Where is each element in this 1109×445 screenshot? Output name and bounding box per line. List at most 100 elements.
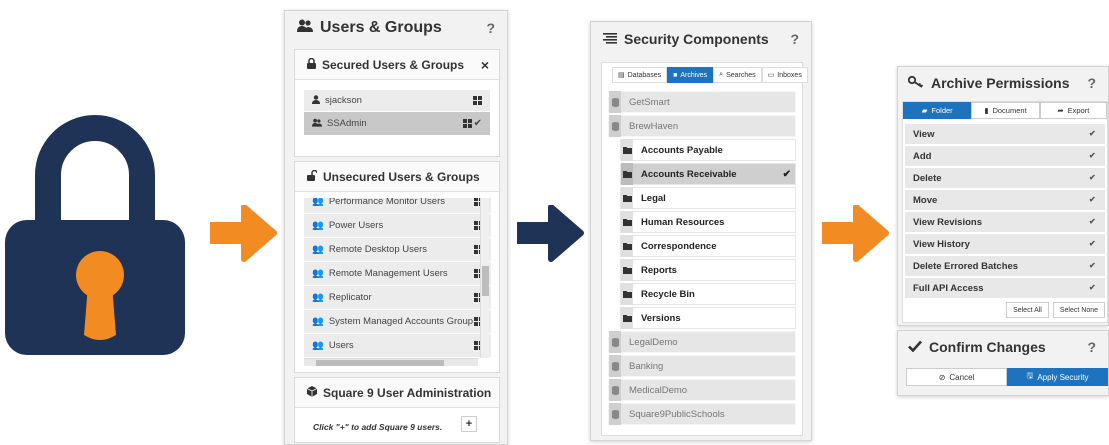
permission-tabs: ▰ Folder ▮ Document ➦ Export (903, 102, 1107, 119)
permission-row[interactable]: Move ✔ (905, 190, 1105, 210)
confirm-buttons: ⊘ Cancel 🖫 Apply Security (906, 368, 1108, 386)
tree-item-database[interactable]: MedicalDemo (608, 379, 796, 401)
tab-label: Document (992, 106, 1027, 115)
group-icon (297, 19, 313, 37)
horizontal-scrollbar[interactable] (304, 358, 478, 366)
permission-row[interactable]: View History ✔ (905, 234, 1105, 254)
list-item[interactable]: SSAdmin ✔ (304, 112, 490, 136)
list-item[interactable]: 👥 Users (304, 334, 491, 358)
tree-item-database[interactable]: Square9PublicSchools (608, 403, 796, 425)
help-button[interactable]: ? (790, 31, 799, 47)
tab-label: Folder (931, 106, 953, 115)
inbox-icon: ▭ (767, 72, 775, 79)
list-item-label: SSAdmin (327, 118, 367, 129)
tree-item-archive[interactable]: Correspondence (620, 235, 796, 257)
tree-item-database[interactable]: GetSmart (608, 91, 796, 113)
list-item[interactable]: 👥 Power Users (304, 214, 491, 238)
help-button[interactable]: ? (1087, 339, 1096, 355)
add-user-button[interactable]: + (461, 416, 477, 432)
admin-title: Square 9 User Administration (323, 385, 492, 400)
admin-hint: Click "+" to add Square 9 users. (313, 422, 443, 432)
panel-title: Confirm Changes (929, 339, 1046, 355)
checkbox[interactable]: ✔ (1089, 240, 1097, 248)
checkbox[interactable]: ✔ (1089, 174, 1097, 182)
list-item-label: Performance Monitor Users (328, 198, 445, 207)
arrow-right-icon (517, 204, 587, 265)
permission-row[interactable]: View Revisions ✔ (905, 212, 1105, 232)
tab-label: Inboxes (777, 71, 802, 79)
tree-item-database[interactable]: BrewHaven (608, 115, 796, 137)
tree-item-label: Banking (629, 360, 664, 372)
permission-label: View History (913, 238, 970, 250)
admin-header: Square 9 User Administration (295, 378, 499, 408)
tree-item-archive[interactable]: Accounts Receivable ✔ (620, 163, 796, 185)
group-icon: 👥 (312, 198, 324, 207)
components-body: ▤ Databases ■ Archives ⌕ Searches ▭ Inboxes … (601, 62, 808, 436)
tree-item-archive[interactable]: Human Resources (620, 211, 796, 233)
security-components-panel: Security Components ? ▤ Databases ■ Archiv… (590, 21, 812, 441)
list-item[interactable]: 👥 Replicator (304, 286, 491, 310)
list-item[interactable]: 👥 Remote Desktop Users (304, 238, 491, 262)
select-none-button[interactable]: Select None (1052, 302, 1105, 318)
tab-archives[interactable]: ■ Archives (667, 67, 714, 83)
checkbox[interactable]: ✔ (1089, 218, 1097, 226)
tab-label: Archives (680, 71, 708, 79)
tree-item-database[interactable]: Banking (608, 355, 796, 377)
tree-item-archive[interactable]: Accounts Payable (620, 139, 796, 161)
tree-item-label: Reports (641, 264, 677, 276)
permission-row[interactable]: Full API Access ✔ (905, 278, 1105, 298)
permission-row[interactable]: Add ✔ (905, 146, 1105, 166)
permission-row[interactable]: Delete ✔ (905, 168, 1105, 188)
list-item[interactable]: sjackson (304, 90, 490, 112)
group-icon: 👥 (312, 244, 324, 255)
list-item-label: System Managed Accounts Group (328, 316, 474, 327)
permission-row[interactable]: View ✔ (905, 124, 1105, 144)
help-button[interactable]: ? (1087, 75, 1096, 91)
tree-item-archive[interactable]: Reports (620, 259, 796, 281)
tab-export[interactable]: ➦ Export (1039, 102, 1107, 119)
tab-document[interactable]: ▮ Document (971, 102, 1040, 119)
help-button[interactable]: ? (486, 20, 495, 36)
permission-row[interactable]: Delete Errored Batches ✔ (905, 256, 1105, 276)
tab-label: Searches (726, 71, 756, 79)
panel-header: Archive Permissions ? (898, 67, 1108, 99)
checkbox[interactable]: ✔ (1089, 196, 1097, 204)
checkbox[interactable]: ✔ (1089, 130, 1097, 138)
windows-icon (473, 96, 482, 105)
unsecured-users-panel: Unsecured Users & Groups 👥 Performance Mo… (294, 161, 500, 373)
tab-searches[interactable]: ⌕ Searches (713, 67, 762, 83)
arrow-right-icon (822, 204, 892, 265)
select-all-button[interactable]: Select All (1006, 302, 1049, 318)
permission-label: Add (913, 150, 932, 162)
close-button[interactable]: × (481, 57, 489, 73)
share-icon: ➦ (1057, 106, 1064, 115)
panel-header: Users & Groups ? (285, 11, 507, 45)
checkbox[interactable]: ✔ (1089, 262, 1097, 270)
checkbox[interactable]: ✔ (1089, 152, 1097, 160)
folder-icon (621, 139, 633, 161)
list-item[interactable]: 👥 Performance Monitor Users (304, 198, 491, 214)
tab-folder[interactable]: ▰ Folder (903, 102, 972, 119)
apply-security-button[interactable]: 🖫 Apply Security (1007, 368, 1108, 386)
document-icon: ▮ (984, 106, 989, 115)
tab-databases[interactable]: ▤ Databases (612, 67, 668, 83)
permission-label: View (913, 128, 935, 140)
tree-item-database[interactable]: LegalDemo (608, 331, 796, 353)
vertical-scrollbar[interactable] (480, 198, 489, 358)
tab-inboxes[interactable]: ▭ Inboxes (761, 67, 808, 83)
list-item[interactable]: 👥 Remote Management Users (304, 262, 491, 286)
tree-item-label: BrewHaven (629, 120, 679, 132)
tree-item-archive[interactable]: Legal (620, 187, 796, 209)
tree-item-archive[interactable]: Recycle Bin (620, 283, 796, 305)
checkbox[interactable]: ✔ (1089, 284, 1097, 292)
archive-permissions-panel: Archive Permissions ? ▰ Folder ▮ Document … (897, 66, 1109, 326)
list-item-label: Remote Management Users (328, 268, 448, 279)
tree-item-archive[interactable]: Versions (620, 307, 796, 329)
tree-item-label: Accounts Receivable (641, 168, 737, 180)
database-icon (609, 331, 621, 353)
group-icon: 👥 (312, 268, 324, 279)
list-item[interactable]: 👥 System Managed Accounts Group (304, 310, 491, 334)
tree-item-label: LegalDemo (629, 336, 678, 348)
cancel-button[interactable]: ⊘ Cancel (906, 368, 1007, 386)
folder-icon (621, 283, 633, 305)
